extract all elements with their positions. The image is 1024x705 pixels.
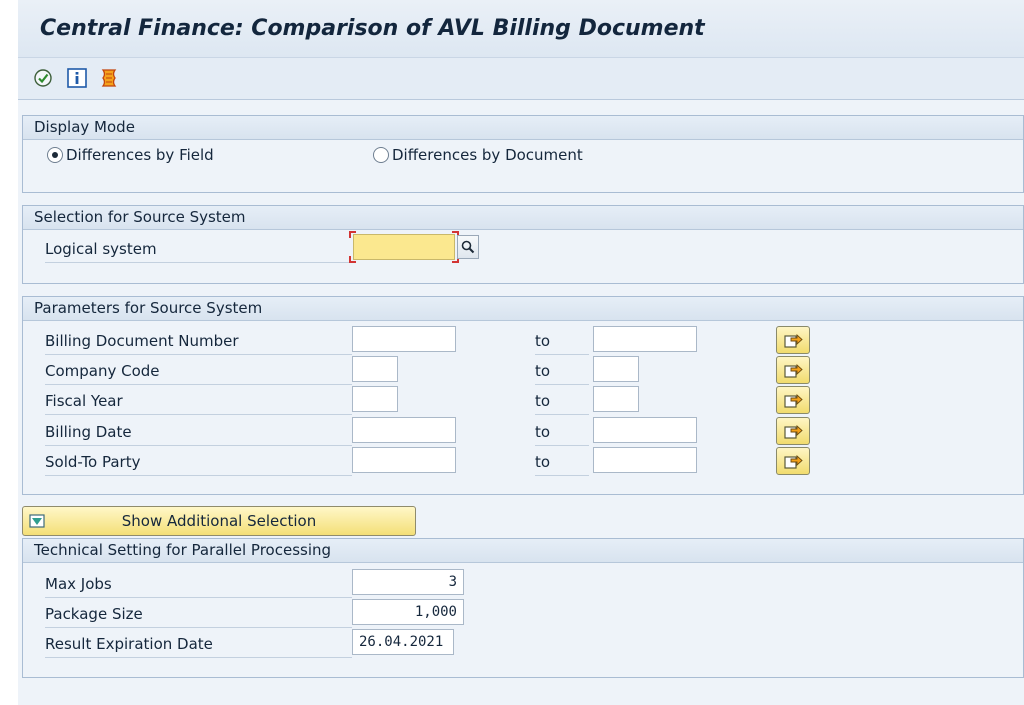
company-code-to-input[interactable] — [593, 356, 639, 382]
param-label: Billing Date — [45, 421, 352, 446]
sold-to-party-to-input[interactable] — [593, 447, 697, 473]
radio-label: Differences by Document — [392, 146, 583, 164]
multiple-selection-button[interactable] — [776, 417, 810, 445]
technical-settings-group: Technical Setting for Parallel Processin… — [22, 538, 1024, 678]
expiration-date-label: Result Expiration Date — [45, 633, 352, 658]
logical-system-row: Logical system — [23, 231, 1023, 263]
display-mode-group: Display Mode Differences by Field Differ… — [22, 115, 1024, 193]
logical-system-input[interactable] — [353, 234, 455, 260]
multiple-selection-arrow-icon — [784, 424, 803, 439]
multiple-selection-arrow-icon — [784, 363, 803, 378]
param-label: Sold-To Party — [45, 451, 352, 476]
billing-document-from-input[interactable] — [352, 326, 456, 352]
application-toolbar — [18, 58, 1024, 100]
param-row-fiscal-year: Fiscal Year to — [23, 386, 1023, 415]
show-additional-selection-label: Show Additional Selection — [121, 512, 317, 530]
radio-button[interactable] — [373, 147, 389, 163]
sold-to-party-from-input[interactable] — [352, 447, 456, 473]
max-jobs-label: Max Jobs — [45, 573, 352, 598]
show-additional-selection-button[interactable]: Show Additional Selection — [22, 506, 416, 536]
source-system-title: Selection for Source System — [23, 206, 1023, 230]
param-row-billing-date: Billing Date to — [23, 417, 1023, 446]
page-title: Central Finance: Comparison of AVL Billi… — [40, 16, 705, 41]
search-help-button[interactable] — [457, 235, 479, 259]
param-label: Billing Document Number — [45, 330, 352, 355]
title-bar: Central Finance: Comparison of AVL Billi… — [18, 0, 1024, 58]
to-label: to — [535, 390, 589, 415]
param-row-sold-to-party: Sold-To Party to — [23, 447, 1023, 476]
to-label: to — [535, 330, 589, 355]
multiple-selection-button[interactable] — [776, 326, 810, 354]
param-row-billing-document-number: Billing Document Number to — [23, 326, 1023, 355]
multiple-selection-button[interactable] — [776, 447, 810, 475]
param-label: Company Code — [45, 360, 352, 385]
execute-icon[interactable] — [32, 67, 54, 89]
logical-system-label: Logical system — [45, 238, 352, 263]
multiple-selection-arrow-icon — [784, 333, 803, 348]
parameters-group: Parameters for Source System Billing Doc… — [22, 296, 1024, 495]
radio-button-selected[interactable] — [47, 147, 63, 163]
search-icon — [461, 240, 475, 254]
information-icon[interactable] — [66, 67, 88, 89]
param-label: Fiscal Year — [45, 390, 352, 415]
sap-screen: Central Finance: Comparison of AVL Billi… — [18, 0, 1024, 705]
expiration-date-input[interactable]: 26.04.2021 — [352, 629, 454, 655]
radio-differences-by-field[interactable]: Differences by Field — [47, 146, 214, 164]
to-label: to — [535, 421, 589, 446]
max-jobs-input[interactable]: 3 — [352, 569, 464, 595]
source-system-group: Selection for Source System Logical syst… — [22, 205, 1024, 284]
package-size-input[interactable]: 1,000 — [352, 599, 464, 625]
company-code-from-input[interactable] — [352, 356, 398, 382]
multiple-selection-button[interactable] — [776, 386, 810, 414]
multiple-selection-arrow-icon — [784, 393, 803, 408]
param-row-company-code: Company Code to — [23, 356, 1023, 385]
multiple-selection-arrow-icon — [784, 454, 803, 469]
parameters-title: Parameters for Source System — [23, 297, 1023, 321]
to-label: to — [535, 451, 589, 476]
program-documentation-icon[interactable] — [98, 67, 120, 89]
radio-differences-by-document[interactable]: Differences by Document — [373, 146, 583, 164]
radio-label: Differences by Field — [66, 146, 214, 164]
billing-document-to-input[interactable] — [593, 326, 697, 352]
technical-settings-title: Technical Setting for Parallel Processin… — [23, 539, 1023, 563]
package-size-label: Package Size — [45, 603, 352, 628]
billing-date-to-input[interactable] — [593, 417, 697, 443]
package-size-row: Package Size 1,000 — [23, 599, 1023, 628]
max-jobs-row: Max Jobs 3 — [23, 569, 1023, 598]
fiscal-year-from-input[interactable] — [352, 386, 398, 412]
fiscal-year-to-input[interactable] — [593, 386, 639, 412]
billing-date-from-input[interactable] — [352, 417, 456, 443]
display-mode-title: Display Mode — [23, 116, 1023, 140]
to-label: to — [535, 360, 589, 385]
multiple-selection-button[interactable] — [776, 356, 810, 384]
expiration-date-row: Result Expiration Date 26.04.2021 — [23, 629, 1023, 658]
